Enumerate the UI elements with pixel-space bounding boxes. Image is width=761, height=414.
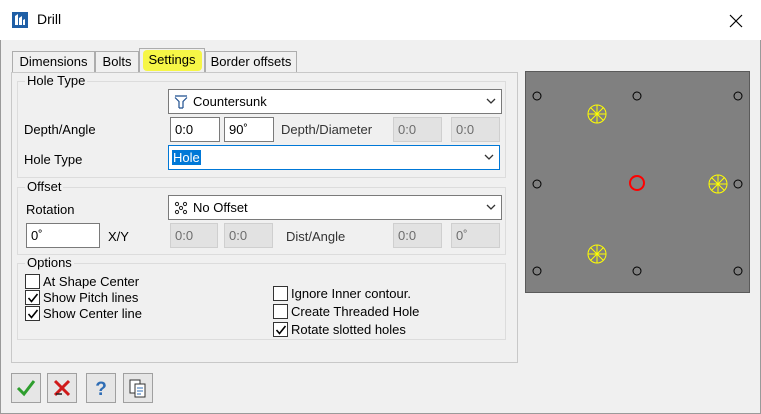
select-value: Hole (172, 150, 201, 165)
hole-type-select[interactable]: Hole (168, 145, 500, 170)
select-value: No Offset (193, 200, 248, 215)
tab-label: Settings (148, 52, 196, 67)
svg-text:?: ? (95, 379, 107, 398)
depth-diameter-input-2[interactable]: 0:0 (451, 117, 500, 142)
hole-marker (532, 179, 542, 189)
rotation-input[interactable]: 0˚ (26, 223, 100, 248)
rotation-label: Rotation (26, 202, 75, 217)
at-shape-center-checkbox[interactable] (25, 274, 40, 289)
show-center-line-label[interactable]: Show Center line (43, 306, 142, 321)
group-legend: Options (25, 255, 74, 270)
preview-canvas (532, 91, 743, 276)
title-bar: Drill (0, 0, 761, 40)
tab-label: Bolts (102, 54, 132, 69)
dist-input[interactable]: 0:0 (393, 223, 442, 248)
checkmark-icon (27, 309, 39, 319)
bolt-marker (587, 104, 607, 124)
offset-angle-input[interactable]: 0˚ (451, 223, 500, 248)
tab-settings[interactable]: Settings (139, 48, 205, 73)
tab-dimensions[interactable]: Dimensions (12, 51, 95, 72)
create-threaded-hole-label[interactable]: Create Threaded Hole (291, 304, 419, 319)
ignore-inner-contour-checkbox[interactable] (273, 286, 288, 301)
show-pitch-lines-label[interactable]: Show Pitch lines (43, 290, 138, 305)
show-pitch-lines-checkbox[interactable] (25, 290, 40, 305)
window-title: Drill (37, 11, 62, 27)
chevron-down-icon (484, 154, 494, 160)
hole-marker (733, 179, 743, 189)
depth-diameter-label: Depth/Diameter (281, 122, 373, 137)
bolt-marker (587, 244, 607, 264)
x-offset-input[interactable]: 0:0 (170, 223, 218, 248)
tab-label: Border offsets (210, 54, 292, 69)
dist-angle-label: Dist/Angle (286, 229, 346, 244)
cancel-button[interactable] (47, 373, 77, 403)
hole-marker (632, 266, 642, 276)
copy-document-icon (129, 379, 146, 398)
help-button[interactable]: ? (86, 373, 116, 403)
checkmark-icon (27, 293, 39, 303)
tab-bolts[interactable]: Bolts (95, 51, 139, 72)
hole-marker (532, 266, 542, 276)
group-legend: Hole Type (25, 73, 88, 88)
close-icon[interactable] (722, 8, 750, 34)
rotate-slotted-holes-label[interactable]: Rotate slotted holes (291, 322, 406, 337)
depth-diameter-input-1[interactable]: 0:0 (393, 117, 442, 142)
depth-input[interactable]: 0:0 (170, 117, 220, 142)
tab-border-offsets[interactable]: Border offsets (205, 51, 297, 72)
hole-marker (733, 91, 743, 101)
app-logo-icon (12, 12, 28, 28)
hole-marker (532, 91, 542, 101)
create-threaded-hole-checkbox[interactable] (273, 304, 288, 319)
chevron-down-icon (486, 98, 496, 104)
hole-marker (632, 91, 642, 101)
angle-input[interactable]: 90˚ (224, 117, 274, 142)
select-value: Countersunk (193, 94, 267, 109)
bolt-marker (708, 174, 728, 194)
ok-button[interactable] (11, 373, 41, 403)
check-icon (16, 380, 36, 397)
show-center-line-checkbox[interactable] (25, 306, 40, 321)
drill-preview (525, 71, 750, 293)
center-hole-marker (629, 175, 645, 191)
y-offset-input[interactable]: 0:0 (224, 223, 273, 248)
group-legend: Offset (25, 179, 64, 194)
hole-marker (733, 266, 743, 276)
help-icon: ? (95, 379, 107, 398)
checkmark-icon (275, 325, 287, 335)
xy-label: X/Y (108, 229, 129, 244)
hole-type-label: Hole Type (24, 152, 83, 167)
no-offset-icon (174, 201, 188, 215)
countersunk-icon (174, 95, 188, 109)
rotate-slotted-holes-checkbox[interactable] (273, 322, 288, 337)
depth-angle-label: Depth/Angle (24, 122, 96, 137)
copy-button[interactable] (123, 373, 153, 403)
at-shape-center-label[interactable]: At Shape Center (43, 274, 139, 289)
cross-icon (53, 379, 71, 397)
hole-style-select[interactable]: Countersunk (168, 89, 502, 114)
chevron-down-icon (486, 204, 496, 210)
tab-label: Dimensions (19, 54, 88, 69)
ignore-inner-contour-label[interactable]: Ignore Inner contour. (291, 286, 411, 301)
offset-select[interactable]: No Offset (168, 195, 502, 220)
